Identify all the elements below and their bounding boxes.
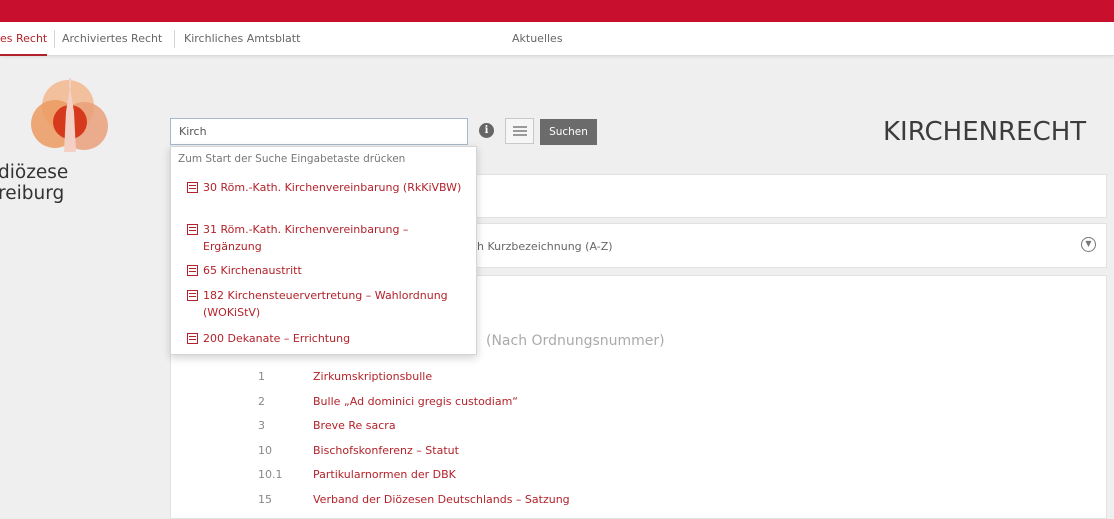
suggestion-label: 30 Röm.-Kath. Kirchenvereinbarung (RkKiV…: [203, 181, 462, 194]
law-number: 2: [258, 395, 265, 408]
page-title: KIRCHENRECHT: [883, 117, 1087, 147]
logo-text-line-1: diözese: [0, 162, 69, 183]
sort-label[interactable]: h Kurzbezeichnung (A-Z): [477, 240, 613, 253]
law-title-link[interactable]: Partikularnormen der DBK: [313, 468, 456, 481]
top-red-bar: [0, 0, 1114, 22]
suggestion-label: 65 Kirchenaustritt: [203, 264, 302, 277]
law-number: 10.1: [258, 468, 283, 481]
download-icon[interactable]: ▼: [1081, 237, 1096, 252]
law-title-link[interactable]: Breve Re sacra: [313, 419, 396, 432]
document-icon: [187, 290, 198, 301]
list-view-icon[interactable]: [505, 118, 534, 144]
document-icon: [187, 333, 198, 344]
section-subtitle: (Nach Ordnungsnummer): [486, 333, 665, 349]
suggestion-label: 200 Dekanate – Errichtung: [203, 332, 351, 345]
logo-text-line-2: reiburg: [0, 183, 65, 204]
suggestion-item[interactable]: 65 Kirchenaustritt: [171, 262, 476, 279]
suggestion-label: 31 Röm.-Kath. Kirchenvereinbarung – Ergä…: [203, 223, 409, 253]
autocomplete-dropdown: Zum Start der Suche Eingabetaste drücken…: [170, 146, 477, 355]
document-icon: [187, 265, 198, 276]
nav-divider: [54, 30, 55, 48]
search-input[interactable]: [170, 118, 468, 145]
document-icon: [187, 182, 198, 193]
law-title-link[interactable]: Verband der Diözesen Deutschlands – Satz…: [313, 493, 570, 506]
law-title-link[interactable]: Zirkumskriptionsbulle: [313, 370, 432, 383]
law-number: 3: [258, 419, 265, 432]
logo-emblem-icon: [31, 78, 108, 152]
nav-item-archiviertes-recht[interactable]: Archiviertes Recht: [62, 22, 162, 56]
info-icon[interactable]: i: [479, 123, 494, 138]
nav-divider: [174, 30, 175, 48]
logo[interactable]: diözese reiburg: [0, 72, 140, 222]
suggestion-label: 182 Kirchensteuervertretung – Wahlordnun…: [203, 289, 448, 319]
document-icon: [187, 224, 198, 235]
law-title-link[interactable]: Bulle „Ad dominici gregis custodiam“: [313, 395, 518, 408]
suggestion-item[interactable]: 182 Kirchensteuervertretung – Wahlordnun…: [171, 287, 476, 321]
suggestion-item[interactable]: 31 Röm.-Kath. Kirchenvereinbarung – Ergä…: [171, 221, 476, 255]
nav-item-recht[interactable]: es Recht: [0, 22, 48, 56]
law-number: 15: [258, 493, 272, 506]
suggestion-item[interactable]: 30 Röm.-Kath. Kirchenvereinbarung (RkKiV…: [171, 179, 476, 196]
dropdown-hint: Zum Start der Suche Eingabetaste drücken: [178, 153, 406, 165]
law-number: 10: [258, 444, 272, 457]
search-button[interactable]: Suchen: [540, 119, 597, 145]
nav-item-kirchliches-amtsblatt[interactable]: Kirchliches Amtsblatt: [184, 22, 300, 56]
law-title-link[interactable]: Bischofskonferenz – Statut: [313, 444, 459, 457]
suggestion-item[interactable]: 200 Dekanate – Errichtung: [171, 330, 476, 347]
top-navigation: es Recht Archiviertes Recht Kirchliches …: [0, 22, 1114, 56]
nav-item-aktuelles[interactable]: Aktuelles: [512, 22, 563, 56]
law-number: 1: [258, 370, 265, 383]
